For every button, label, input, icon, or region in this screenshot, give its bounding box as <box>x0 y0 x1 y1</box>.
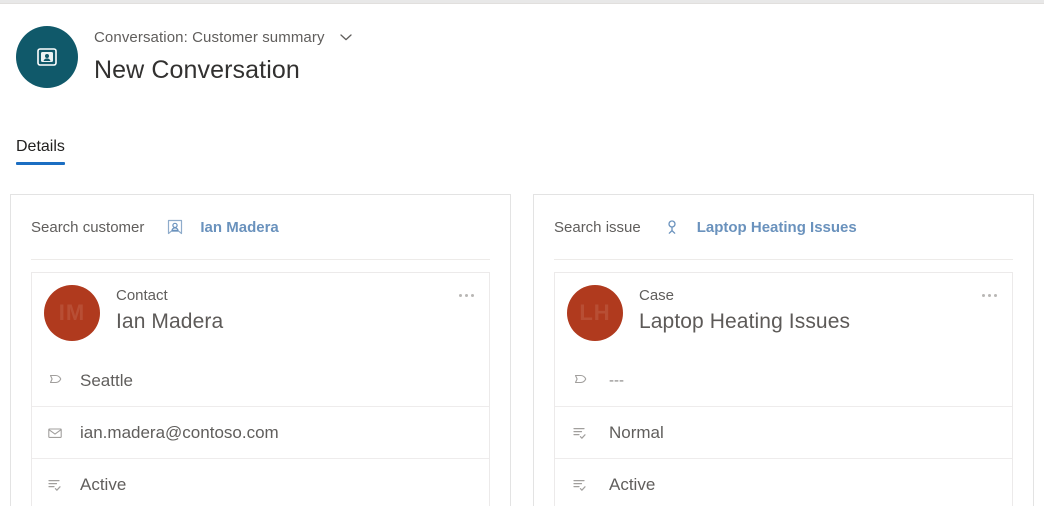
search-issue-value[interactable]: Laptop Heating Issues <box>697 219 857 236</box>
field-value: Active <box>80 474 127 494</box>
search-customer-label: Search customer <box>31 218 145 236</box>
overflow-dot <box>981 293 985 297</box>
window-top-strip <box>0 0 1044 4</box>
record-type-label: Case <box>639 287 675 304</box>
tab-details-label: Details <box>16 138 65 155</box>
tab-strip: Details <box>16 138 65 165</box>
tag-icon <box>569 370 591 392</box>
conversation-icon <box>16 26 78 88</box>
overflow-dot <box>458 293 462 297</box>
issue-summary-card: Search issue Laptop Heating Issues LH Ca… <box>533 194 1034 506</box>
avatar-initials: IM <box>58 300 86 325</box>
status-icon <box>569 422 591 444</box>
field-row: --- <box>555 355 1012 407</box>
contact-record-headtext: Contact Ian Madera <box>116 285 223 334</box>
field-row: Normal <box>555 407 1012 459</box>
email-icon <box>44 422 66 444</box>
field-row: Active <box>555 459 1012 506</box>
overflow-dot <box>470 293 474 297</box>
case-record-header: LH Case Laptop Heating Issues <box>555 273 1012 355</box>
field-value: Seattle <box>80 370 133 390</box>
details-panel: Search customer Ian Madera IM Contact Ia… <box>10 194 1034 506</box>
tag-icon <box>44 370 66 392</box>
status-icon <box>569 474 591 496</box>
contact-record: IM Contact Ian Madera Seattle ian.madera… <box>31 272 490 506</box>
field-row: Active <box>32 459 489 506</box>
avatar: LH <box>567 285 623 341</box>
search-issue-row: Search issue Laptop Heating Issues <box>554 195 1013 260</box>
field-value: --- <box>609 372 624 389</box>
overflow-dot <box>464 293 468 297</box>
search-customer-row: Search customer Ian Madera <box>31 195 490 260</box>
case-record: LH Case Laptop Heating Issues --- Normal… <box>554 272 1013 506</box>
field-row: Seattle <box>32 355 489 407</box>
record-name: Ian Madera <box>116 309 224 333</box>
avatar: IM <box>44 285 100 341</box>
overflow-menu-icon[interactable] <box>976 285 1002 305</box>
overflow-dot <box>987 293 991 297</box>
contact-card-icon <box>164 216 186 238</box>
header-subtitle-row: Conversation: Customer summary <box>94 26 357 48</box>
header-text: Conversation: Customer summary New Conve… <box>94 20 357 85</box>
record-header: Conversation: Customer summary New Conve… <box>16 20 357 88</box>
contact-record-header: IM Contact Ian Madera <box>32 273 489 355</box>
avatar-initials: LH <box>579 300 611 325</box>
chevron-down-icon[interactable] <box>335 26 357 48</box>
case-record-headtext: Case Laptop Heating Issues <box>639 285 850 334</box>
overflow-dot <box>993 293 997 297</box>
field-value: Active <box>609 474 656 494</box>
search-issue-label: Search issue <box>554 218 641 236</box>
app-root: Conversation: Customer summary New Conve… <box>0 0 1044 506</box>
page-title: New Conversation <box>94 56 300 84</box>
search-customer-value[interactable]: Ian Madera <box>200 219 278 236</box>
status-icon <box>44 474 66 496</box>
field-value: ian.madera@contoso.com <box>80 422 279 442</box>
header-subtitle: Conversation: Customer summary <box>94 28 325 46</box>
customer-summary-card: Search customer Ian Madera IM Contact Ia… <box>10 194 511 506</box>
record-type-label: Contact <box>116 287 168 304</box>
case-person-icon <box>661 216 683 238</box>
field-value: Normal <box>609 422 664 442</box>
tab-details[interactable]: Details <box>16 138 65 165</box>
overflow-menu-icon[interactable] <box>453 285 479 305</box>
field-row: ian.madera@contoso.com <box>32 407 489 459</box>
record-name: Laptop Heating Issues <box>639 309 851 333</box>
